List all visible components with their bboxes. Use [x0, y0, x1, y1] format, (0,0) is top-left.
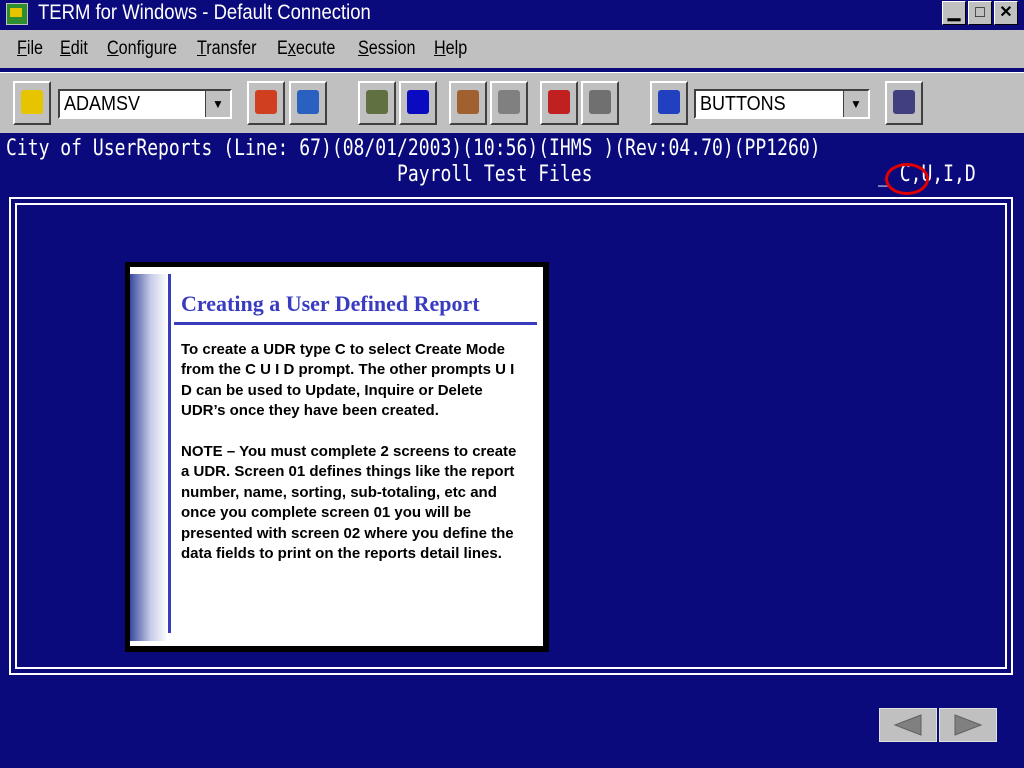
dropdown-arrow-icon[interactable]: ▼ — [205, 91, 230, 117]
menu-execute[interactable]: Execute — [277, 38, 335, 60]
hangup-button[interactable] — [885, 81, 923, 125]
screen-title: Payroll Test Files — [397, 162, 593, 187]
previous-button[interactable] — [879, 708, 937, 742]
menu-configure-mnemonic: C — [107, 38, 119, 59]
close-button[interactable]: ✕ — [994, 1, 1018, 25]
menu-help[interactable]: Help — [434, 38, 467, 60]
next-button[interactable] — [939, 708, 997, 742]
menu-file-label: ile — [26, 38, 44, 59]
hangup-icon — [893, 90, 915, 114]
menu-file-mnemonic: F — [17, 38, 27, 59]
callout-card-body: Creating a User Defined Report To create… — [130, 267, 543, 646]
runner-icon — [658, 90, 680, 114]
triangle-left-icon — [893, 714, 922, 736]
menu-session-mnemonic: S — [358, 38, 369, 59]
toolbar: ADAMSV ▼ BUTTONS ▼ — [0, 72, 1024, 133]
mailbox-icon — [548, 90, 570, 114]
card-title: Creating a User Defined Report — [181, 291, 480, 316]
computer-icon — [407, 90, 429, 114]
menu-configure-label: onfigure — [118, 38, 178, 59]
minimize-button[interactable]: ▁ — [942, 1, 966, 25]
user-combo-value: ADAMSV — [64, 93, 141, 115]
receive-button[interactable] — [581, 81, 619, 125]
glove-icon — [457, 90, 479, 114]
menu-file[interactable]: File — [17, 38, 43, 60]
card-paragraph-2: NOTE – You must complete 2 screens to cr… — [181, 443, 517, 563]
card-title-rule — [174, 322, 537, 325]
menu-configure[interactable]: Configure — [107, 38, 177, 60]
transfer-button[interactable] — [289, 81, 327, 125]
menu-edit[interactable]: Edit — [60, 38, 88, 60]
menu-transfer-mnemonic: T — [197, 38, 207, 59]
send-button[interactable] — [540, 81, 578, 125]
menu-execute-prefix: E — [277, 38, 288, 59]
telephone-icon — [255, 90, 277, 114]
capture-button[interactable] — [449, 81, 487, 125]
menu-execute-mnemonic: x — [287, 38, 296, 59]
menu-help-mnemonic: H — [434, 38, 446, 59]
menu-transfer-label: ransfer — [206, 38, 257, 59]
dropdown-arrow-icon[interactable]: ▼ — [843, 91, 868, 117]
tools-icon — [366, 90, 388, 114]
connect-button[interactable] — [13, 81, 51, 125]
status-line: City of UserReports (Line: 67)(08/01/200… — [6, 136, 821, 161]
card-stripe — [130, 274, 168, 641]
card-stripe-line — [168, 274, 171, 633]
menu-bar: File Edit Configure Transfer Execute Ses… — [0, 30, 1024, 68]
buttons-combo[interactable]: BUTTONS ▼ — [694, 89, 870, 119]
buttons-combo-value: BUTTONS — [700, 93, 786, 115]
menu-transfer[interactable]: Transfer — [197, 38, 257, 60]
run-button[interactable] — [650, 81, 688, 125]
highlight-circle — [885, 163, 929, 195]
menu-help-label: elp — [445, 38, 468, 59]
card-paragraph-1: To create a UDR type C to select Create … — [181, 341, 515, 420]
menu-edit-mnemonic: E — [60, 38, 71, 59]
phone-icon — [21, 90, 43, 114]
triangle-right-icon — [954, 714, 983, 736]
callout-card: Creating a User Defined Report To create… — [125, 262, 549, 652]
card-text: To create a UDR type C to select Create … — [181, 340, 521, 585]
maximize-button[interactable]: □ — [968, 1, 992, 25]
menu-session-label: ession — [368, 38, 416, 59]
window-title: TERM for Windows - Default Connection — [38, 1, 371, 24]
terminal-button[interactable] — [399, 81, 437, 125]
app-icon[interactable] — [6, 3, 28, 25]
book-icon — [498, 90, 520, 114]
menu-execute-label: ecute — [295, 38, 336, 59]
mailbox-open-icon — [589, 90, 611, 114]
dial-button[interactable] — [247, 81, 285, 125]
tools-button[interactable] — [358, 81, 396, 125]
title-bar: TERM for Windows - Default Connection ▁ … — [0, 0, 1024, 27]
book-button[interactable] — [490, 81, 528, 125]
user-combo[interactable]: ADAMSV ▼ — [58, 89, 232, 119]
files-icon — [297, 90, 319, 114]
menu-session[interactable]: Session — [358, 38, 415, 60]
menu-edit-label: dit — [70, 38, 88, 59]
